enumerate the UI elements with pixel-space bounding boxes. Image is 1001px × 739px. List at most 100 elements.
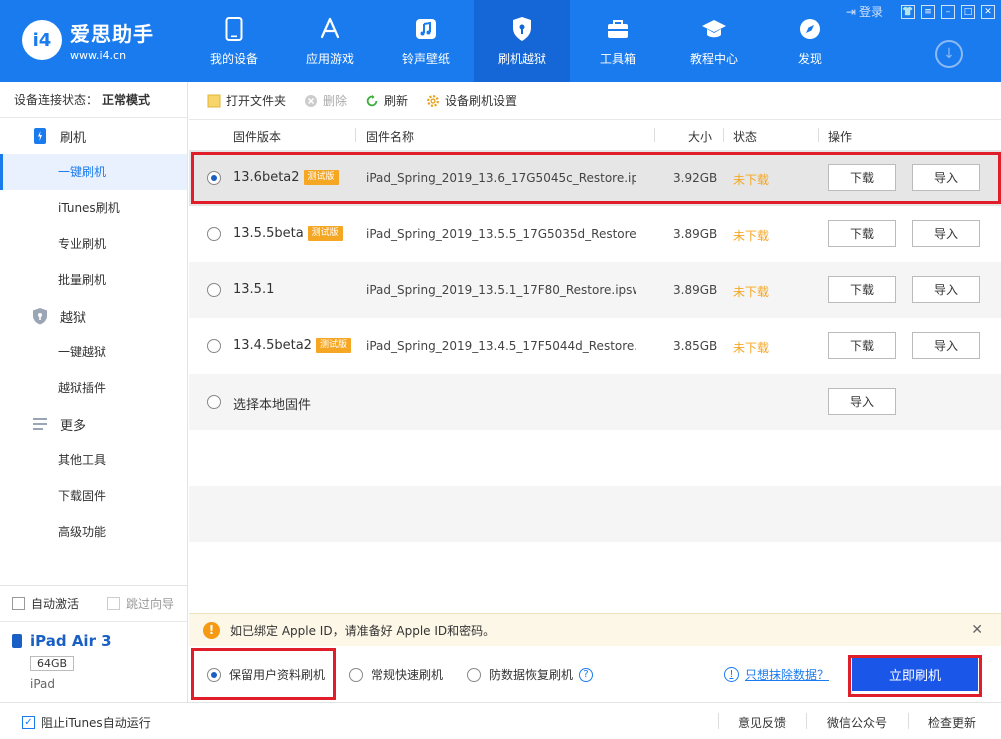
app-title: 爱思助手 [70,22,154,46]
empty-row [189,542,1001,613]
maximize-icon[interactable]: □ [961,4,975,19]
table-row[interactable]: 13.6beta2 测试版 iPad_Spring_2019_13.6_17G5… [189,150,1001,206]
menu-icon[interactable]: ≡ [921,4,935,19]
notice-text: 如已绑定 Apple ID，请准备好 Apple ID和密码。 [230,623,496,638]
feedback-link[interactable]: 意见反馈 [738,714,786,731]
shirt-icon[interactable]: 👕 [901,4,915,19]
jailbreak-shield-icon [32,308,48,325]
compass-icon [797,16,823,42]
warning-icon: ! [203,621,220,639]
folder-icon [207,94,221,108]
help-icon[interactable]: ? [579,667,594,682]
header-divider [654,128,655,142]
device-info: iPad Air 3 64GB iPad [0,622,187,701]
table-row[interactable]: 13.5.5beta 测试版 iPad_Spring_2019_13.5.5_1… [189,206,1001,262]
activation-options: 自动激活 跳过向导 [0,586,187,622]
firmware-size: 3.92GB [673,171,718,185]
app-store-icon [317,16,343,42]
firmware-radio[interactable] [207,395,221,409]
sidebar-item-pro-flash[interactable]: 专业刷机 [0,226,187,262]
status-divider [908,713,909,729]
radio-dot [211,175,217,181]
flash-settings-button[interactable]: 设备刷机设置 [426,92,517,109]
table-row[interactable]: 13.5.1 iPad_Spring_2019_13.5.1_17F80_Res… [189,262,1001,318]
apple-id-notice: ! 如已绑定 Apple ID，请准备好 Apple ID和密码。 ✕ [189,613,1001,646]
table-row[interactable]: 13.4.5beta2 测试版 iPad_Spring_2019_13.4.5_… [189,318,1001,374]
firmware-name: iPad_Spring_2019_13.5.1_17F80_Restore.ip… [366,283,636,297]
checkbox-box [107,597,121,610]
download-button[interactable]: 下载 [828,164,896,191]
firmware-name: iPad_Spring_2019_13.6_17G5045c_Restore.i… [366,171,636,185]
shield-icon [509,16,535,42]
sidebar-item-batch-flash[interactable]: 批量刷机 [0,262,187,298]
firmware-name: iPad_Spring_2019_13.5.5_17G5035d_Restore… [366,227,636,241]
block-itunes-checkbox[interactable]: ✓ 阻止iTunes自动运行 [22,714,151,731]
local-firmware-row[interactable]: 选择本地固件 导入 [189,374,1001,430]
download-button[interactable]: 下载 [828,220,896,247]
skip-guide-checkbox[interactable]: 跳过向导 [107,595,174,612]
sidebar-item-advanced[interactable]: 高级功能 [0,514,187,550]
firmware-version: 13.5.5beta 测试版 [233,226,343,241]
close-icon[interactable]: ✕ [971,622,983,638]
firmware-radio[interactable] [207,171,221,185]
login-link[interactable]: ⇥ 登录 [846,3,883,20]
sidebar-group-jailbreak: 越狱 [0,298,187,334]
nav-ringtones-wallpapers[interactable]: 铃声壁纸 [378,0,474,82]
main-nav: 我的设备 应用游戏 铃声壁纸 刷机越狱 工具箱 教程中心 发现 [186,0,858,82]
firmware-radio[interactable] [207,227,221,241]
sidebar-item-jailbreak-plugins[interactable]: 越狱插件 [0,370,187,406]
gear-icon [426,94,440,108]
nav-my-device[interactable]: 我的设备 [186,0,282,82]
option-keep-data[interactable]: 保留用户资料刷机 [207,666,325,683]
wechat-link[interactable]: 微信公众号 [827,714,887,731]
import-button[interactable]: 导入 [912,220,980,247]
status-bar: ✓ 阻止iTunes自动运行 意见反馈 微信公众号 检查更新 [0,702,1001,739]
option-anti-recovery[interactable]: 防数据恢复刷机 ? [467,666,594,683]
empty-row [189,430,1001,486]
flash-now-button[interactable]: 立即刷机 [852,657,978,691]
logo-badge: i4 [22,20,62,60]
nav-flash-jailbreak[interactable]: 刷机越狱 [474,0,570,82]
delete-icon [304,94,318,108]
sidebar-item-download-firmware[interactable]: 下载固件 [0,478,187,514]
firmware-size: 3.89GB [673,283,718,297]
sidebar-group-flash: 刷机 [0,118,187,154]
connection-status: 设备连接状态： 正常模式 [0,82,187,118]
minimize-icon[interactable]: – [941,4,955,19]
auto-activate-checkbox[interactable]: 自动激活 [12,595,79,612]
toolbox-icon [605,16,631,42]
open-folder-button[interactable]: 打开文件夹 [207,92,286,109]
phone-flash-icon [32,128,48,144]
delete-button[interactable]: 删除 [304,92,347,109]
login-icon: ⇥ [845,4,856,19]
erase-data-link[interactable]: ! 只想抹除数据？ [724,666,829,683]
option-quick-flash[interactable]: 常规快速刷机 [349,666,443,683]
sidebar-item-one-click-jailbreak[interactable]: 一键越狱 [0,334,187,370]
firmware-radio[interactable] [207,339,221,353]
firmware-radio[interactable] [207,283,221,297]
check-update-link[interactable]: 检查更新 [928,714,976,731]
nav-tutorials[interactable]: 教程中心 [666,0,762,82]
refresh-button[interactable]: 刷新 [365,92,408,109]
connection-mode: 正常模式 [102,93,151,107]
nav-discover[interactable]: 发现 [762,0,858,82]
device-type: iPad [30,677,56,691]
import-button[interactable]: 导入 [912,276,980,303]
download-button[interactable]: 下载 [828,332,896,359]
import-button[interactable]: 导入 [912,164,980,191]
header-status: 状态 [733,130,758,144]
header-divider [723,128,724,142]
nav-toolbox[interactable]: 工具箱 [570,0,666,82]
import-button[interactable]: 导入 [912,332,980,359]
sidebar-item-other-tools[interactable]: 其他工具 [0,442,187,478]
firmware-table-header: 固件版本 固件名称 大小 状态 操作 [189,120,1001,150]
app-url: www.i4.cn [70,49,127,62]
sidebar-item-itunes-flash[interactable]: iTunes刷机 [0,190,187,226]
close-icon[interactable]: ✕ [981,4,995,19]
import-local-button[interactable]: 导入 [828,388,896,415]
sidebar-item-one-click-flash[interactable]: 一键刷机 [0,154,187,190]
graduation-cap-icon [701,16,727,42]
download-button[interactable]: 下载 [828,276,896,303]
nav-apps-games[interactable]: 应用游戏 [282,0,378,82]
download-manager-icon[interactable]: ↓ [935,40,963,68]
